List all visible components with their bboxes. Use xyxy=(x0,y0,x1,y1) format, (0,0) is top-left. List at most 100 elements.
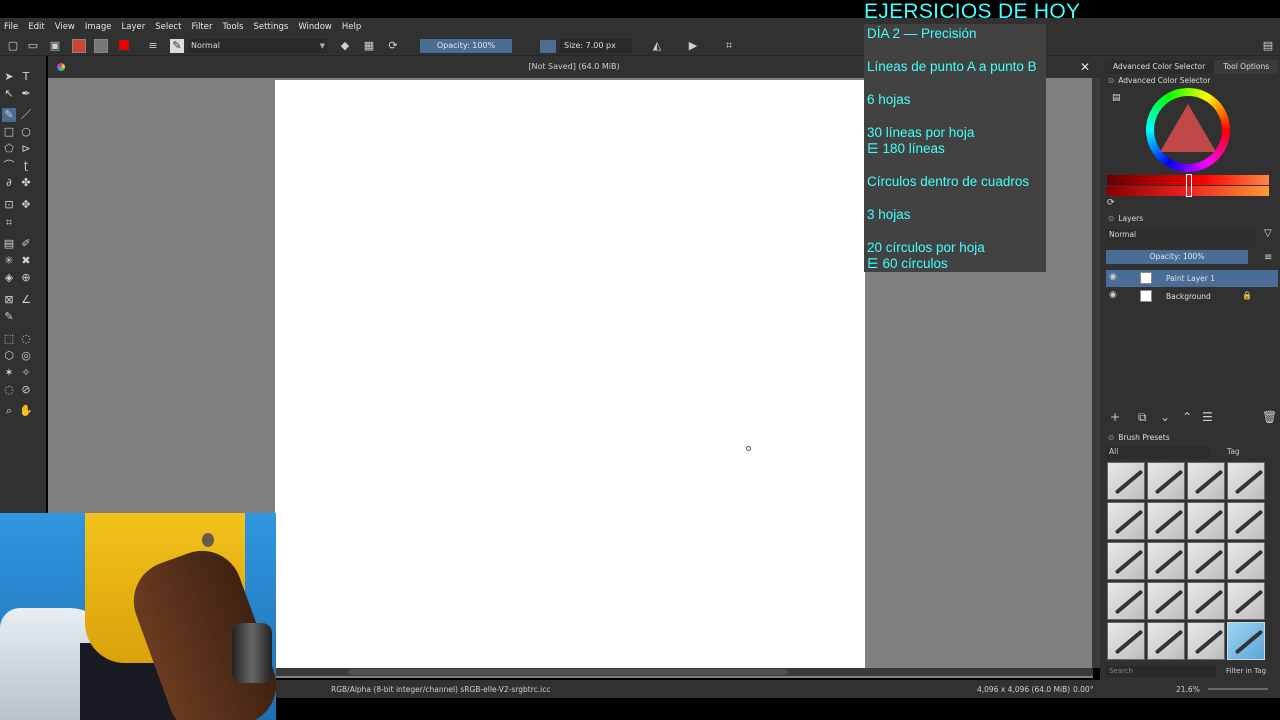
menu-select[interactable]: Select xyxy=(155,22,181,32)
brush-preset[interactable] xyxy=(1227,462,1265,500)
measure-tool-icon[interactable]: ∠ xyxy=(19,293,33,307)
mirror-vertical-icon[interactable]: ▶ xyxy=(686,39,700,53)
filter-in-tag-checkbox[interactable]: Filter in Tag xyxy=(1226,667,1266,675)
brush-preset[interactable] xyxy=(1107,622,1145,660)
brush-preset[interactable] xyxy=(1227,502,1265,540)
mirror-horizontal-icon[interactable]: ◭ xyxy=(650,39,664,53)
delete-layer-icon[interactable]: 🗑 xyxy=(1262,410,1277,424)
canvas-paper[interactable] xyxy=(275,80,865,668)
move-tool-icon[interactable]: ✥ xyxy=(19,198,33,212)
brush-preset[interactable] xyxy=(1187,622,1225,660)
brush-preset[interactable] xyxy=(1107,502,1145,540)
brush-preset[interactable] xyxy=(1227,582,1265,620)
filter-icon[interactable]: ▽ xyxy=(1264,228,1272,239)
rect-select-icon[interactable]: ⬚ xyxy=(2,332,16,346)
reload-preset-icon[interactable]: ⟳ xyxy=(386,39,400,53)
multibrush-icon[interactable]: ✤ xyxy=(19,176,33,190)
brush-settings-icon[interactable]: ≡ xyxy=(146,39,160,53)
brush-preset[interactable] xyxy=(1187,542,1225,580)
visibility-eye-icon[interactable]: ◉ xyxy=(1109,290,1117,300)
brush-preset-icon[interactable]: ✎ xyxy=(170,39,184,53)
brush-preset[interactable] xyxy=(1187,462,1225,500)
color-settings-icon[interactable]: ▤ xyxy=(1112,93,1121,103)
brush-filter-select[interactable]: All xyxy=(1106,446,1210,458)
bezier-select-icon[interactable]: ◌ xyxy=(2,383,16,397)
panel-lock-icon[interactable]: ⊙ xyxy=(1108,76,1114,85)
brush-preset[interactable] xyxy=(1187,582,1225,620)
menu-tools[interactable]: Tools xyxy=(223,22,244,32)
eraser-icon[interactable]: ◆ xyxy=(338,39,352,53)
freehand-path-icon[interactable]: ʈ xyxy=(19,159,33,173)
colorize-mask-icon[interactable]: ✳ xyxy=(2,254,16,268)
menu-filter[interactable]: Filter xyxy=(191,22,212,32)
layer-properties-icon[interactable]: ☰ xyxy=(1202,410,1213,424)
ellipse-select-icon[interactable]: ◌ xyxy=(19,332,33,346)
close-document-icon[interactable]: ✕ xyxy=(1080,60,1090,74)
line-tool-icon[interactable]: ／ xyxy=(19,108,33,122)
visibility-eye-icon[interactable]: ◉ xyxy=(1109,272,1117,282)
vertical-scrollbar[interactable] xyxy=(1092,78,1100,668)
brush-preset[interactable] xyxy=(1147,502,1185,540)
rotation-value[interactable]: 0.00° xyxy=(1073,685,1093,694)
move-layer-up-icon[interactable]: ⌃ xyxy=(1182,410,1192,424)
brush-preset-selected[interactable] xyxy=(1227,622,1265,660)
brush-preset[interactable] xyxy=(1107,582,1145,620)
size-slider[interactable]: Size: 7.00 px xyxy=(560,39,632,53)
lock-icon[interactable]: 🔒 xyxy=(1242,291,1252,300)
gradient-pattern-icon[interactable] xyxy=(72,39,86,53)
brush-lock-icon[interactable]: ⊙ xyxy=(1108,433,1114,442)
pan-tool-icon[interactable]: ✋ xyxy=(19,404,33,418)
bezier-tool-icon[interactable]: ⌒ xyxy=(2,159,16,173)
move-layer-down-icon[interactable]: ⌄ xyxy=(1160,410,1170,424)
polygon-tool-icon[interactable]: ⬠ xyxy=(2,142,16,156)
menu-view[interactable]: View xyxy=(55,22,75,32)
enclose-fill-icon[interactable]: ⊕ xyxy=(19,271,33,285)
menu-layer[interactable]: Layer xyxy=(122,22,146,32)
zoom-tool-icon[interactable]: ⌕ xyxy=(2,404,16,418)
menu-settings[interactable]: Settings xyxy=(253,22,288,32)
refresh-icon[interactable]: ⟳ xyxy=(1107,198,1115,208)
menu-help[interactable]: Help xyxy=(342,22,361,32)
zoom-value[interactable]: 21.6% xyxy=(1176,685,1200,694)
contiguous-select-icon[interactable]: ✶ xyxy=(2,366,16,380)
open-document-icon[interactable]: ▭ xyxy=(26,39,40,53)
layer-opacity-slider[interactable]: Opacity: 100% xyxy=(1106,250,1248,264)
layer-menu-icon[interactable]: ≡ xyxy=(1264,252,1272,263)
duplicate-layer-icon[interactable]: ⧉ xyxy=(1138,410,1147,425)
layers-lock-icon[interactable]: ⊙ xyxy=(1108,214,1114,223)
color-space-label[interactable]: RGB/Alpha (8-bit integer/channel) sRGB-e… xyxy=(331,685,550,694)
layer-blend-select[interactable]: Normal xyxy=(1106,229,1256,241)
similar-select-icon[interactable]: ✧ xyxy=(19,366,33,380)
gradient-tool-icon[interactable]: ▤ xyxy=(2,237,16,251)
tab-advanced-color-selector[interactable]: Advanced Color Selector xyxy=(1104,60,1215,74)
alpha-lock-icon[interactable]: ▦ xyxy=(362,39,376,53)
pattern-icon[interactable] xyxy=(94,39,108,53)
brush-tag-button[interactable]: Tag xyxy=(1227,447,1240,456)
foreground-color-icon[interactable] xyxy=(119,40,129,50)
crop-tool-icon[interactable]: ⌗ xyxy=(2,216,16,230)
brush-preset[interactable] xyxy=(1227,542,1265,580)
select-shapes-icon[interactable]: ➤ xyxy=(2,70,16,84)
brush-preset[interactable] xyxy=(1147,542,1185,580)
brush-preset[interactable] xyxy=(1107,542,1145,580)
opacity-slider[interactable]: Opacity: 100% xyxy=(420,39,512,53)
ellipse-tool-icon[interactable]: ○ xyxy=(19,125,33,139)
color-chip[interactable] xyxy=(540,40,556,53)
crop-icon[interactable]: ⌗ xyxy=(722,39,736,53)
fill-tool-icon[interactable]: ◈ xyxy=(2,271,16,285)
menu-image[interactable]: Image xyxy=(85,22,112,32)
layer-row[interactable]: ◉ Background 🔒 xyxy=(1106,288,1278,305)
freehand-select-icon[interactable]: ◎ xyxy=(19,349,33,363)
blend-mode-select[interactable]: Normal ▼ xyxy=(188,39,328,53)
brush-preset[interactable] xyxy=(1147,622,1185,660)
polyline-tool-icon[interactable]: ⊳ xyxy=(19,142,33,156)
reference-tool-icon[interactable]: ✎ xyxy=(2,310,16,324)
layer-row[interactable]: ◉ Paint Layer 1 xyxy=(1106,270,1278,287)
freehand-brush-icon[interactable]: ✎ xyxy=(2,108,16,122)
menu-file[interactable]: File xyxy=(4,22,18,32)
dynamic-brush-icon[interactable]: ∂ xyxy=(2,176,16,190)
rectangle-tool-icon[interactable]: □ xyxy=(2,125,16,139)
brush-preset[interactable] xyxy=(1107,462,1145,500)
brush-preset[interactable] xyxy=(1187,502,1225,540)
menu-window[interactable]: Window xyxy=(298,22,332,32)
